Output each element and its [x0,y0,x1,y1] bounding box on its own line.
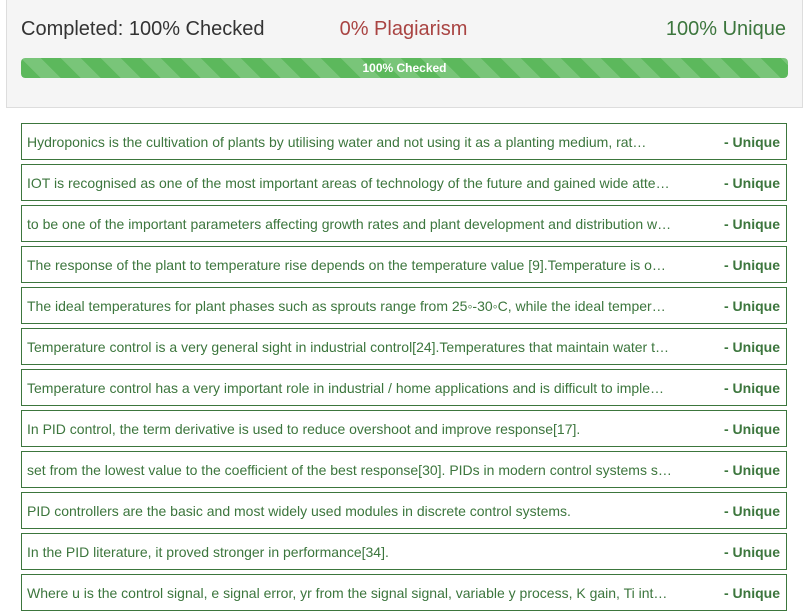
result-sentence: Hydroponics is the cultivation of plants… [27,133,647,150]
result-sentence: to be one of the important parameters af… [27,215,672,232]
unique-label: - Unique [724,338,780,355]
result-row[interactable]: Temperature control is a very general si… [21,328,787,365]
result-row[interactable]: Temperature control has a very important… [21,369,787,406]
result-sentence: Where u is the control signal, e signal … [27,584,668,601]
unique-label: - Unique [724,174,780,191]
result-row[interactable]: IOT is recognised as one of the most imp… [21,164,787,201]
unique-label: - Unique [724,133,780,150]
result-sentence: IOT is recognised as one of the most imp… [27,174,670,191]
unique-label: - Unique [724,461,780,478]
result-sentence: set from the lowest value to the coeffic… [27,461,672,478]
result-row[interactable]: PID controllers are the basic and most w… [21,492,787,529]
completed-status: Completed: 100% Checked [21,18,265,40]
unique-percentage: 100% Unique [665,18,786,40]
unique-label: - Unique [724,215,780,232]
result-row[interactable]: In PID control, the term derivative is u… [21,410,787,447]
unique-label: - Unique [724,584,780,601]
results-list: Hydroponics is the cultivation of plants… [21,123,787,615]
result-row[interactable]: The response of the plant to temperature… [21,246,787,283]
result-row[interactable]: In the PID literature, it proved stronge… [21,533,787,570]
result-sentence: Temperature control is a very general si… [27,338,669,355]
unique-label: - Unique [724,297,780,314]
progress-track: 100% Checked [21,58,788,78]
result-row[interactable]: The ideal temperatures for plant phases … [21,287,787,324]
result-sentence: The ideal temperatures for plant phases … [27,297,666,314]
result-sentence: In the PID literature, it proved stronge… [27,543,389,560]
result-sentence: Temperature control has a very important… [27,379,665,396]
unique-label: - Unique [724,502,780,519]
result-sentence: PID controllers are the basic and most w… [27,502,571,519]
unique-label: - Unique [724,256,780,273]
result-row[interactable]: Hydroponics is the cultivation of plants… [21,123,787,160]
result-row[interactable]: Where u is the control signal, e signal … [21,574,787,611]
status-panel: Completed: 100% Checked 0% Plagiarism 10… [6,0,803,108]
result-sentence: In PID control, the term derivative is u… [27,420,581,437]
unique-label: - Unique [724,543,780,560]
result-sentence: The response of the plant to temperature… [27,256,666,273]
result-row[interactable]: set from the lowest value to the coeffic… [21,451,787,488]
unique-label: - Unique [724,379,780,396]
progress-bar: 100% Checked [21,58,788,78]
unique-label: - Unique [724,420,780,437]
result-row[interactable]: to be one of the important parameters af… [21,205,787,242]
status-row: Completed: 100% Checked 0% Plagiarism 10… [21,14,786,44]
